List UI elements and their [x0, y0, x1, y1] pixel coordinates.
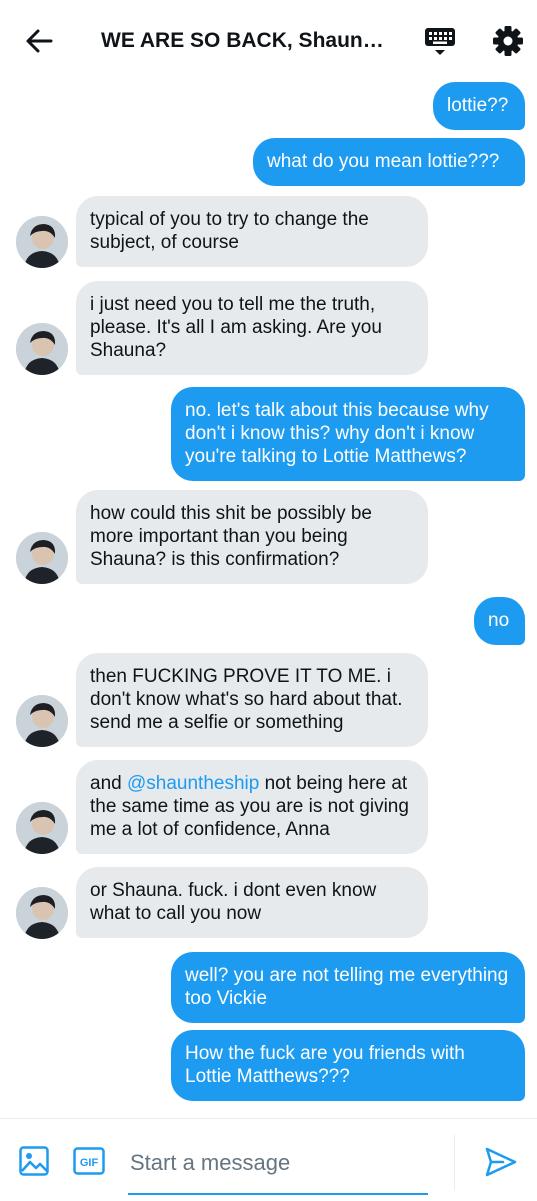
avatar-image [16, 802, 68, 854]
sent-message[interactable]: How the fuck are you friends with Lottie… [171, 1030, 525, 1101]
avatar-image [16, 216, 68, 268]
avatar-image [16, 887, 68, 939]
avatar-image [16, 532, 68, 584]
sent-message[interactable]: well? you are not telling me everything … [171, 952, 525, 1023]
avatar[interactable] [16, 695, 68, 747]
avatar[interactable] [16, 216, 68, 268]
avatar[interactable] [16, 532, 68, 584]
message-input[interactable] [128, 1135, 428, 1191]
sent-message[interactable]: no. let's talk about this because why do… [171, 387, 525, 481]
settings-button[interactable] [491, 24, 525, 58]
image-icon [19, 1146, 49, 1176]
sent-message[interactable]: no [474, 597, 525, 645]
sent-message[interactable]: lottie?? [433, 82, 525, 130]
conversation-title[interactable]: WE ARE SO BACK, Shaun… [101, 28, 401, 54]
message-input-wrapper [128, 1135, 428, 1195]
received-message[interactable]: i just need you to tell me the truth, pl… [76, 281, 428, 375]
arrow-left-icon [26, 29, 53, 53]
divider [454, 1135, 455, 1191]
add-image-button[interactable] [18, 1145, 50, 1177]
back-button[interactable] [24, 26, 54, 56]
received-message[interactable]: typical of you to try to change the subj… [76, 196, 428, 267]
avatar[interactable] [16, 323, 68, 375]
avatar[interactable] [16, 802, 68, 854]
message-composer: GIF [0, 1118, 537, 1201]
message-text: and [90, 773, 127, 794]
received-message[interactable]: how could this shit be possibly be more … [76, 490, 428, 584]
received-message[interactable]: then FUCKING PROVE IT TO ME. i don't kno… [76, 653, 428, 747]
avatar[interactable] [16, 887, 68, 939]
add-gif-button[interactable]: GIF [73, 1147, 105, 1175]
mention-link[interactable]: @shauntheship [127, 773, 259, 794]
avatar-image [16, 695, 68, 747]
gif-icon: GIF [73, 1147, 105, 1175]
received-message[interactable]: and @shauntheship not being here at the … [76, 760, 428, 854]
gear-icon [493, 26, 523, 56]
keyboard-button[interactable] [423, 24, 457, 58]
conversation-header: WE ARE SO BACK, Shaun… [0, 0, 537, 80]
gif-label: GIF [80, 1157, 99, 1169]
send-icon [485, 1147, 517, 1177]
received-message[interactable]: or Shauna. fuck. i dont even know what t… [76, 867, 428, 938]
keyboard-icon [425, 28, 455, 55]
sent-message[interactable]: what do you mean lottie??? [253, 138, 525, 186]
avatar-image [16, 323, 68, 375]
send-button[interactable] [484, 1145, 518, 1179]
